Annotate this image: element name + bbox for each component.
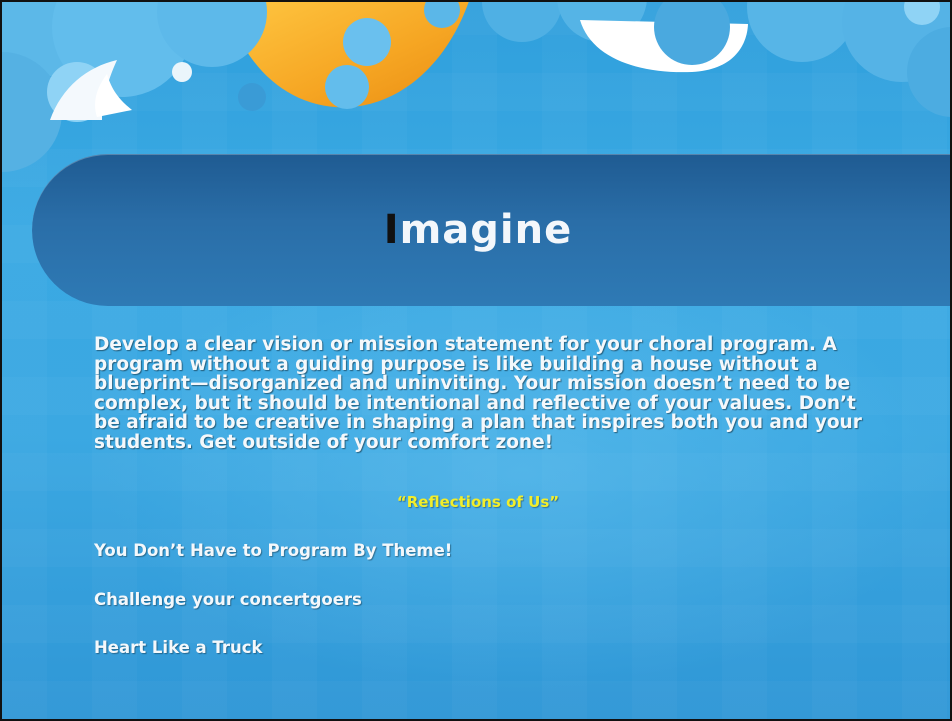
body-paragraph: Develop a clear vision or mission statem…	[94, 334, 862, 453]
bubble	[343, 18, 391, 66]
left-cloud	[2, 2, 267, 172]
right-cloud	[482, 2, 950, 117]
title-rest: magine	[399, 207, 573, 253]
bullet-item: Challenge your concertgoers	[94, 590, 362, 609]
bubble	[238, 83, 266, 111]
title-initial: I	[383, 207, 400, 253]
bullet-item: Heart Like a Truck	[94, 638, 263, 657]
bubble	[325, 65, 369, 109]
slide: Imagine Develop a clear vision or missio…	[0, 0, 952, 721]
bubble	[172, 62, 192, 82]
slide-title: Imagine	[2, 207, 950, 253]
highlight-quote: “Reflections of Us”	[396, 493, 560, 511]
bullet-item: You Don’t Have to Program By Theme!	[94, 541, 453, 560]
